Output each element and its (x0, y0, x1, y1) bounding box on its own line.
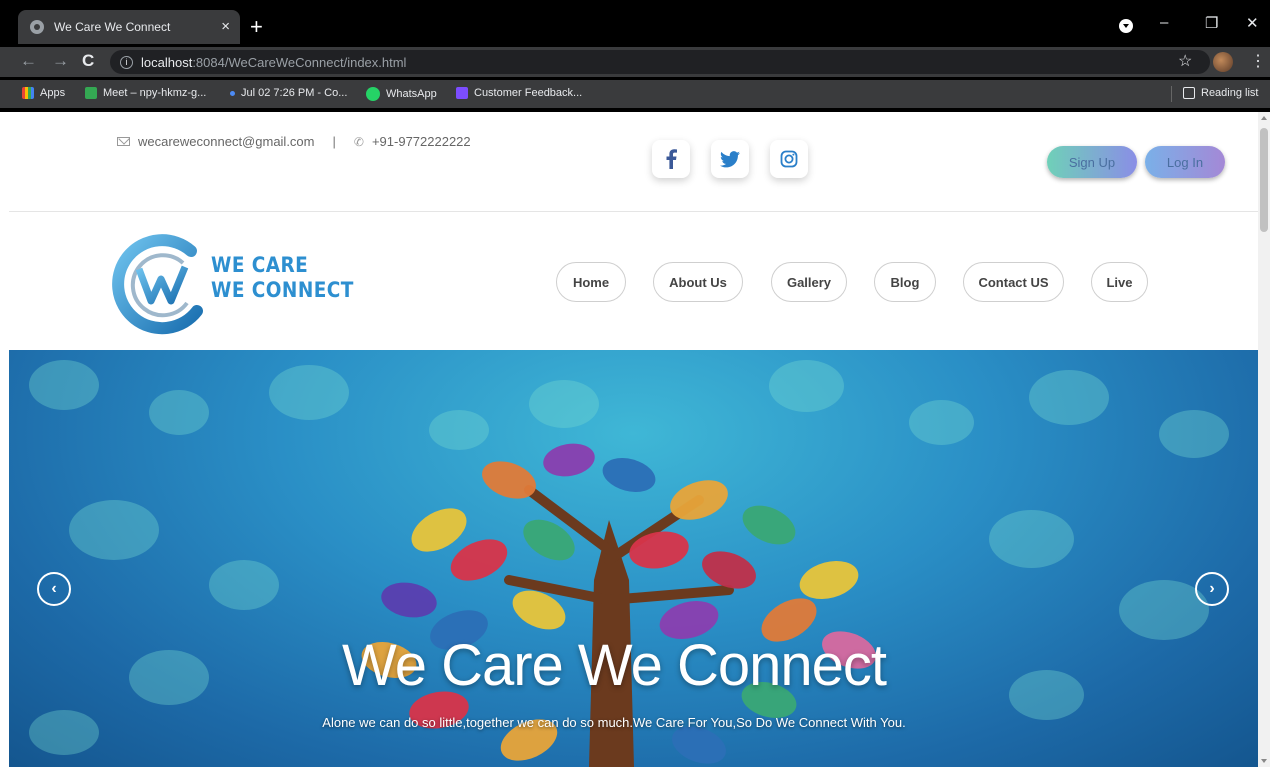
nav-blog[interactable]: Blog (874, 262, 936, 302)
hands-tree-illustration (361, 443, 876, 767)
bookmark-whatsapp[interactable]: WhatsApp (366, 87, 437, 101)
email-text[interactable]: wecareweconnect@gmail.com (138, 134, 315, 149)
brand-line-2: WE CONNECT (211, 278, 354, 302)
whatsapp-icon (366, 87, 380, 101)
log-in-button[interactable]: Log In (1145, 146, 1225, 178)
mail-icon (117, 137, 130, 146)
close-window-button[interactable]: ✕ (1246, 14, 1259, 32)
twitter-button[interactable] (711, 140, 749, 178)
instagram-button[interactable] (770, 140, 808, 178)
sign-up-button[interactable]: Sign Up (1047, 146, 1137, 178)
forward-icon[interactable]: → (52, 51, 69, 71)
bookmark-divider (1171, 86, 1172, 102)
bookmark-feedback[interactable]: Customer Feedback... (456, 87, 582, 99)
back-icon[interactable]: ← (20, 51, 37, 71)
bookmark-meet[interactable]: Meet – npy-hkmz-g... (85, 87, 206, 99)
facebook-button[interactable] (652, 140, 690, 178)
url-host: localhost (141, 54, 193, 70)
carousel-next-button[interactable]: › (1195, 572, 1229, 606)
bookmark-label: Apps (40, 87, 66, 99)
tab-bar: We Care We Connect × + – ❐ ✕ (0, 10, 1270, 44)
tab-title: We Care We Connect (54, 20, 171, 34)
bookmark-label: WhatsApp (386, 88, 437, 100)
menu-kebab-icon[interactable]: ⋮ (1250, 51, 1266, 71)
address-bar[interactable]: i localhost :8084/WeCareWeConnect/index.… (110, 50, 1210, 74)
profile-avatar[interactable] (1213, 52, 1233, 72)
bookmarks-bar: Apps Meet – npy-hkmz-g... Jul 02 7:26 PM… (0, 80, 1270, 108)
bookmark-apps[interactable]: Apps (22, 87, 65, 99)
phone-icon: ✆ (353, 134, 364, 149)
meet-icon (85, 87, 97, 99)
info-icon[interactable]: i (120, 55, 133, 69)
bookmark-label: Customer Feedback... (474, 87, 583, 99)
nav-about-us[interactable]: About Us (653, 262, 743, 302)
bookmark-label: Meet – npy-hkmz-g... (103, 87, 207, 99)
web-page: wecareweconnect@gmail.com | ✆ +91-977222… (9, 112, 1258, 767)
globe-icon (30, 20, 44, 34)
reading-list-label: Reading list (1201, 87, 1259, 99)
browser-chrome: We Care We Connect × + – ❐ ✕ ← → C i loc… (0, 0, 1270, 112)
minimize-button[interactable]: – (1160, 14, 1168, 31)
reading-list-icon (1183, 87, 1195, 99)
contact-separator: | (332, 134, 336, 149)
logo-icon[interactable] (109, 229, 209, 337)
bookmark-label: Jul 02 7:26 PM - Co... (241, 87, 348, 99)
bookmark-calendar[interactable]: Jul 02 7:26 PM - Co... (230, 87, 347, 99)
facebook-icon (666, 149, 677, 169)
brand-name[interactable]: WE CARE WE CONNECT (211, 253, 354, 303)
close-tab-icon[interactable]: × (221, 18, 230, 35)
brand-line-1: WE CARE (211, 253, 309, 277)
apps-grid-icon (22, 87, 34, 99)
browser-toolbar: ← → C i localhost :8084/WeCareWeConnect/… (0, 47, 1270, 77)
nav-contact-us[interactable]: Contact US (963, 262, 1064, 302)
scroll-up-icon[interactable] (1261, 116, 1267, 120)
scroll-down-icon[interactable] (1261, 759, 1267, 763)
contact-info: wecareweconnect@gmail.com | ✆ +91-977222… (117, 134, 471, 149)
nav-live[interactable]: Live (1091, 262, 1148, 302)
bookmark-star-icon[interactable]: ☆ (1178, 51, 1192, 71)
nav-home[interactable]: Home (556, 262, 626, 302)
url-path: :8084/WeCareWeConnect/index.html (192, 54, 407, 70)
restore-button[interactable]: ❐ (1205, 14, 1218, 32)
nav-gallery[interactable]: Gallery (771, 262, 847, 302)
twitter-icon (720, 150, 740, 167)
new-tab-button[interactable]: + (250, 14, 263, 40)
reading-list[interactable]: Reading list (1183, 87, 1258, 99)
tab-active[interactable]: We Care We Connect × (18, 10, 240, 44)
carousel-prev-button[interactable]: ‹ (37, 572, 71, 606)
hero-subtitle: Alone we can do so little,together we ca… (322, 715, 906, 730)
scroll-thumb[interactable] (1260, 128, 1268, 232)
forms-icon (456, 87, 468, 99)
hero-title: We Care We Connect (342, 633, 887, 698)
phone-text[interactable]: +91-9772222222 (372, 134, 471, 149)
hero-carousel: ‹ › We Care We Connect Alone we can do s… (9, 350, 1258, 767)
page-scrollbar[interactable] (1258, 112, 1270, 767)
contact-bar: wecareweconnect@gmail.com | ✆ +91-977222… (9, 112, 1258, 212)
reload-icon[interactable]: C (82, 51, 94, 71)
instagram-icon (780, 150, 798, 168)
site-header: WE CARE WE CONNECT Home About Us Gallery… (9, 213, 1258, 350)
tab-search-icon[interactable] (1119, 19, 1133, 33)
dot-icon (230, 90, 235, 96)
